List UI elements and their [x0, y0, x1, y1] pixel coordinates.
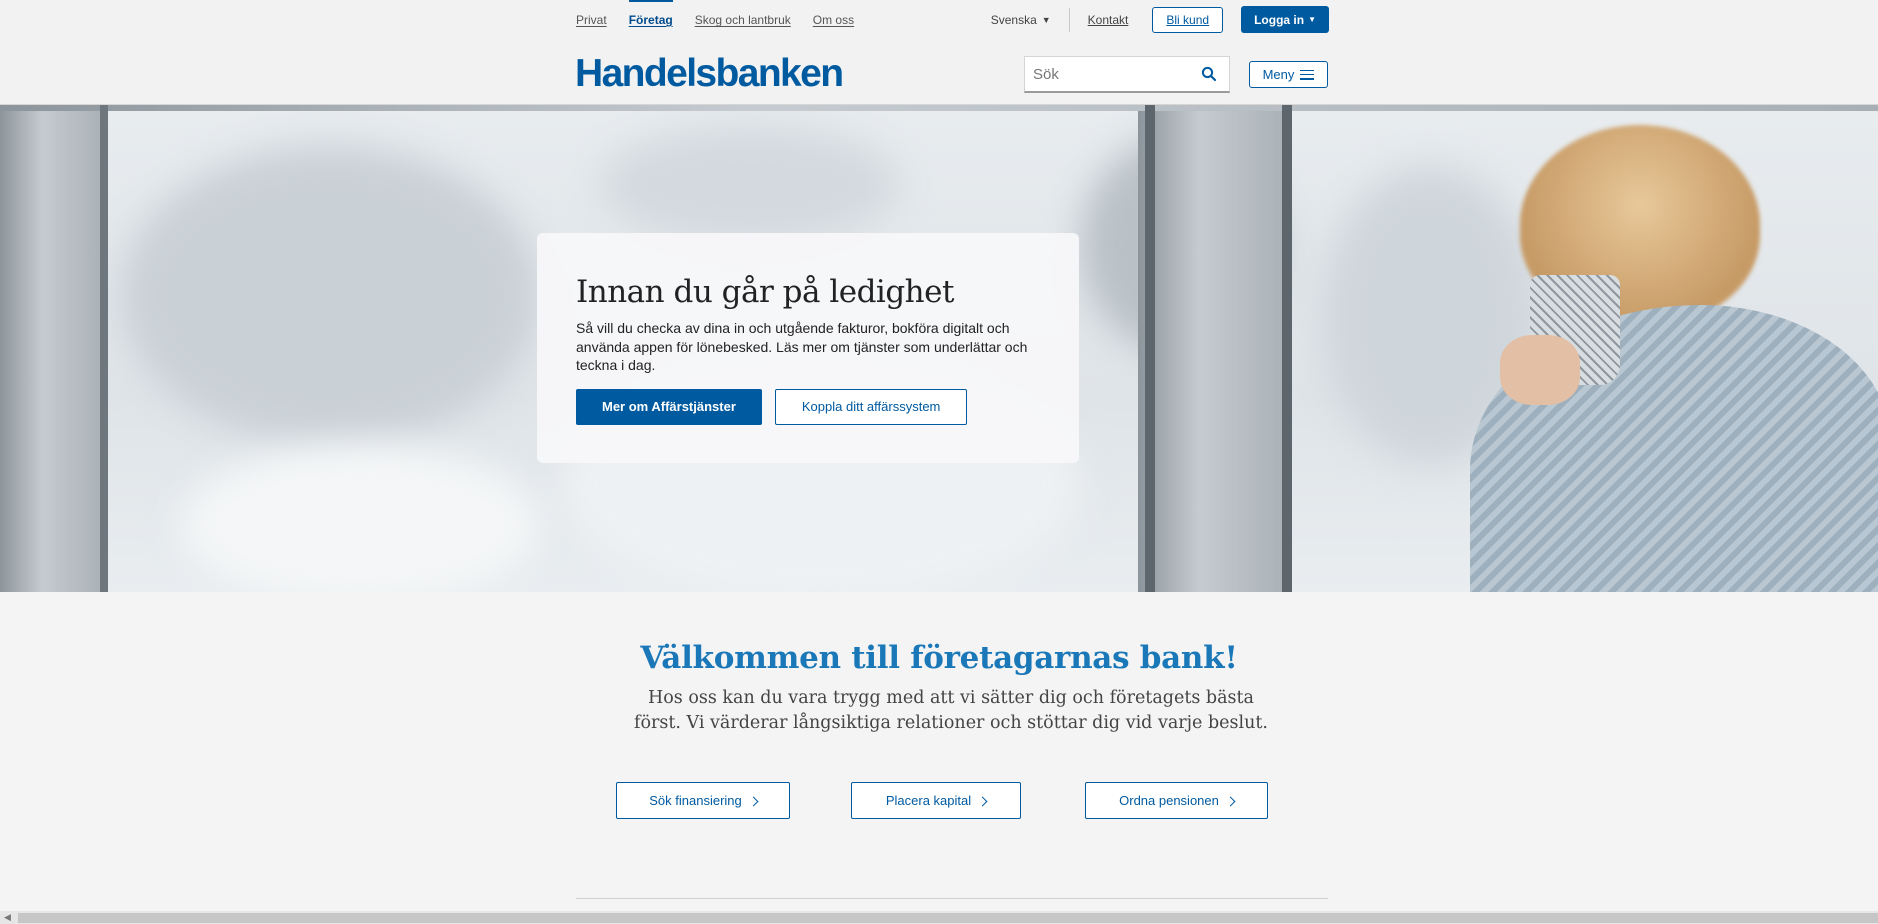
hamburger-icon	[1300, 69, 1315, 80]
segment-nav: Privat Företag Skog och lantbruk Om oss	[576, 0, 854, 40]
arrange-pension-button[interactable]: Ordna pensionen	[1085, 782, 1268, 819]
search-financing-label: Sök finansiering	[649, 793, 742, 808]
site-header: Privat Företag Skog och lantbruk Om oss …	[0, 0, 1878, 105]
contact-link[interactable]: Kontakt	[1088, 13, 1129, 27]
connect-business-system-button[interactable]: Koppla ditt affärssystem	[774, 388, 968, 425]
tab-foretag[interactable]: Företag	[628, 0, 673, 40]
hero-buttons: Mer om Affärstjänster Koppla ditt affärs…	[576, 388, 1040, 425]
horizontal-scrollbar[interactable]: ◀	[0, 911, 1878, 924]
login-label: Logga in	[1254, 12, 1305, 27]
search-financing-button[interactable]: Sök finansiering	[616, 782, 790, 819]
hero-title: Innan du går på ledighet	[576, 274, 954, 310]
utility-nav: Svenska ▼ Kontakt Bli kund Logga in ▼	[991, 6, 1329, 33]
scrollbar-thumb[interactable]	[18, 913, 1878, 923]
place-capital-label: Placera kapital	[885, 793, 972, 808]
language-label: Svenska	[990, 12, 1037, 27]
handelsbanken-logo[interactable]: Handelsbanken	[575, 52, 844, 96]
login-button[interactable]: Logga in ▼	[1241, 6, 1329, 33]
section-divider	[576, 898, 1328, 899]
become-customer-button[interactable]: Bli kund	[1152, 6, 1224, 33]
menu-label: Meny	[1262, 67, 1295, 82]
chevron-right-icon	[977, 796, 988, 806]
search-icon[interactable]	[1201, 66, 1217, 82]
search-box	[1024, 56, 1230, 93]
hero-banner: Innan du går på ledighet Så vill du chec…	[0, 105, 1878, 592]
place-capital-button[interactable]: Placera kapital	[851, 782, 1021, 819]
arrange-pension-label: Ordna pensionen	[1119, 793, 1219, 808]
language-selector[interactable]: Svenska ▼	[991, 13, 1051, 27]
scroll-left-icon[interactable]: ◀	[4, 911, 11, 924]
hero-card: Innan du går på ledighet Så vill du chec…	[537, 233, 1079, 463]
chevron-right-icon	[748, 796, 759, 806]
welcome-text: Hos oss kan du vara trygg med att vi sät…	[634, 688, 1268, 733]
tab-skog-och-lantbruk[interactable]: Skog och lantbruk	[695, 0, 791, 40]
divider	[1068, 7, 1070, 32]
menu-button[interactable]: Meny	[1249, 61, 1328, 88]
search-input[interactable]	[1025, 65, 1185, 83]
caret-down-icon: ▼	[1041, 14, 1051, 25]
tab-privat[interactable]: Privat	[576, 0, 607, 40]
tab-om-oss[interactable]: Om oss	[813, 0, 854, 40]
hero-text: Så vill du checka av dina in och utgåend…	[576, 320, 1028, 373]
welcome-title: Välkommen till företagarnas bank!	[640, 640, 1238, 676]
more-business-services-button[interactable]: Mer om Affärstjänster	[576, 388, 762, 425]
caret-down-icon: ▼	[1308, 15, 1316, 24]
chevron-right-icon	[1225, 796, 1236, 806]
